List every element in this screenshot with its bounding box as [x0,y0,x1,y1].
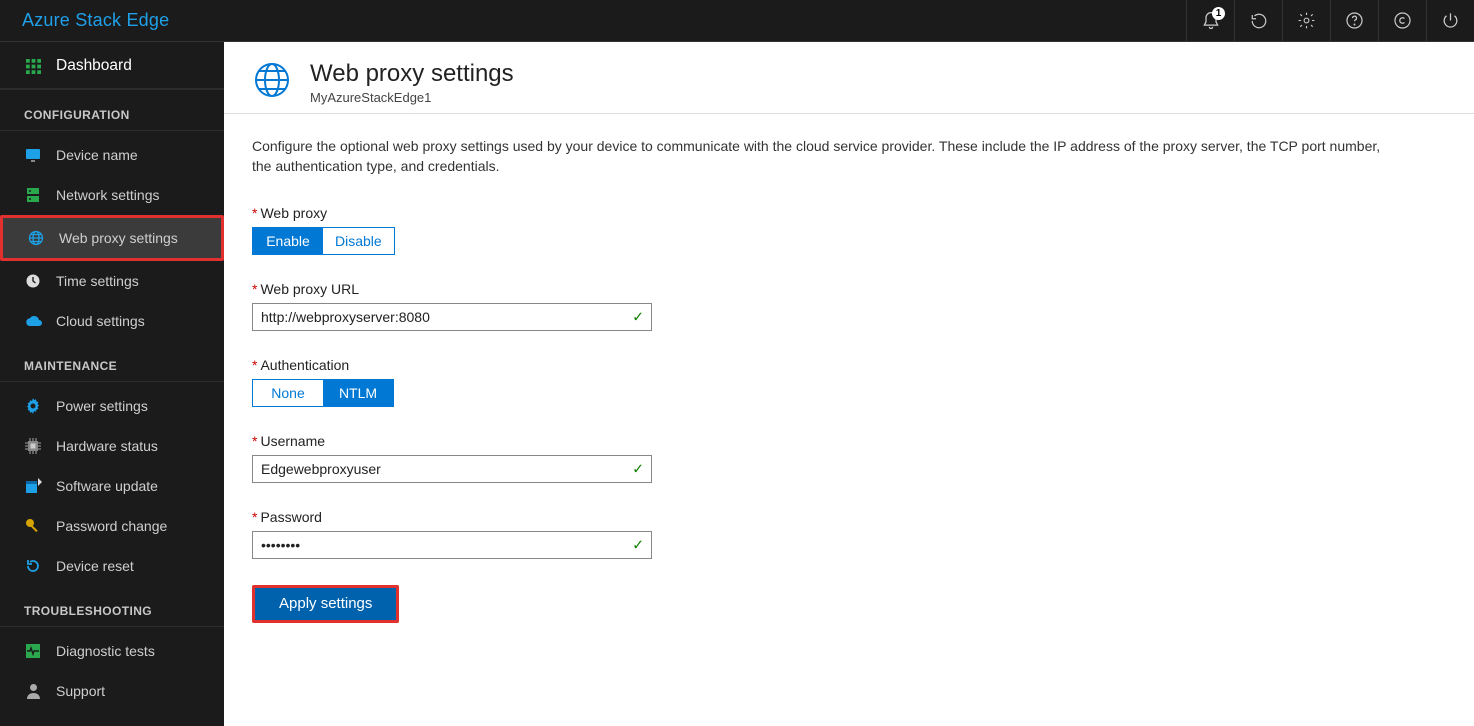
sidebar-heading-troubleshooting: TROUBLESHOOTING [0,586,224,627]
field-label: *Web proxy [252,205,1396,221]
field-label: *Web proxy URL [252,281,1396,297]
web-proxy-toggle: Enable Disable [252,227,395,255]
field-label: *Username [252,433,1396,449]
sidebar: Dashboard CONFIGURATION Device name Netw… [0,42,224,726]
sidebar-item-label: Diagnostic tests [56,643,155,659]
sidebar-item-device-name[interactable]: Device name [0,135,224,175]
web-proxy-url-input[interactable] [252,303,652,331]
sidebar-item-label: Support [56,683,105,699]
sidebar-item-label: Time settings [56,273,139,289]
copyright-button[interactable] [1378,0,1426,41]
pulse-icon [24,642,42,660]
page-description: Configure the optional web proxy setting… [252,136,1396,177]
chip-icon [24,437,42,455]
sidebar-item-cloud-settings[interactable]: Cloud settings [0,301,224,341]
refresh-button[interactable] [1234,0,1282,41]
sidebar-item-hardware-status[interactable]: Hardware status [0,426,224,466]
key-icon [24,517,42,535]
sidebar-item-dashboard[interactable]: Dashboard [0,42,224,90]
brand-title: Azure Stack Edge [0,10,191,31]
sidebar-item-support[interactable]: Support [0,671,224,711]
main-content: Web proxy settings MyAzureStackEdge1 Con… [224,42,1474,726]
update-icon [24,477,42,495]
field-label: *Authentication [252,357,1396,373]
page-subtitle: MyAzureStackEdge1 [310,90,514,105]
topbar: Azure Stack Edge 1 [0,0,1474,42]
sidebar-item-label: Hardware status [56,438,158,454]
refresh-icon [24,557,42,575]
web-proxy-disable[interactable]: Disable [323,228,394,254]
settings-button[interactable] [1282,0,1330,41]
apply-settings-button[interactable]: Apply settings [255,588,396,620]
sidebar-item-highlight: Web proxy settings [0,215,224,261]
field-web-proxy-url: *Web proxy URL ✓ [252,281,1396,331]
field-password: *Password ✓ [252,509,1396,559]
globe-icon [27,229,45,247]
sidebar-item-password-change[interactable]: Password change [0,506,224,546]
sidebar-item-label: Software update [56,478,158,494]
sidebar-item-label: Dashboard [56,57,132,75]
field-username: *Username ✓ [252,433,1396,483]
sidebar-item-label: Device reset [56,558,134,574]
username-input[interactable] [252,455,652,483]
field-label: *Password [252,509,1396,525]
power-button[interactable] [1426,0,1474,41]
page-header: Web proxy settings MyAzureStackEdge1 [224,42,1474,114]
auth-ntlm[interactable]: NTLM [323,380,393,406]
password-input[interactable] [252,531,652,559]
cloud-icon [24,312,42,330]
sidebar-item-label: Web proxy settings [59,230,178,246]
sidebar-item-diagnostic-tests[interactable]: Diagnostic tests [0,631,224,671]
field-web-proxy: *Web proxy Enable Disable [252,205,1396,255]
globe-icon [252,60,292,103]
field-authentication: *Authentication None NTLM [252,357,1396,407]
sidebar-item-software-update[interactable]: Software update [0,466,224,506]
help-button[interactable] [1330,0,1378,41]
sidebar-item-web-proxy-settings[interactable]: Web proxy settings [3,218,221,258]
auth-none[interactable]: None [253,380,323,406]
person-icon [24,682,42,700]
gear-icon [24,397,42,415]
sidebar-item-label: Cloud settings [56,313,145,329]
topbar-actions: 1 [1186,0,1474,41]
grid-icon [24,57,42,75]
clock-icon [24,272,42,290]
sidebar-item-device-reset[interactable]: Device reset [0,546,224,586]
apply-button-highlight: Apply settings [252,585,399,623]
monitor-icon [24,146,42,164]
authentication-toggle: None NTLM [252,379,394,407]
sidebar-item-network-settings[interactable]: Network settings [0,175,224,215]
notification-badge: 1 [1212,7,1225,20]
sidebar-item-time-settings[interactable]: Time settings [0,261,224,301]
sidebar-heading-configuration: CONFIGURATION [0,90,224,131]
server-icon [24,186,42,204]
sidebar-item-label: Network settings [56,187,159,203]
sidebar-item-label: Power settings [56,398,148,414]
sidebar-item-label: Device name [56,147,138,163]
notifications-button[interactable]: 1 [1186,0,1234,41]
sidebar-item-power-settings[interactable]: Power settings [0,386,224,426]
web-proxy-enable[interactable]: Enable [253,228,323,254]
page-title: Web proxy settings [310,60,514,88]
sidebar-item-label: Password change [56,518,167,534]
sidebar-heading-maintenance: MAINTENANCE [0,341,224,382]
